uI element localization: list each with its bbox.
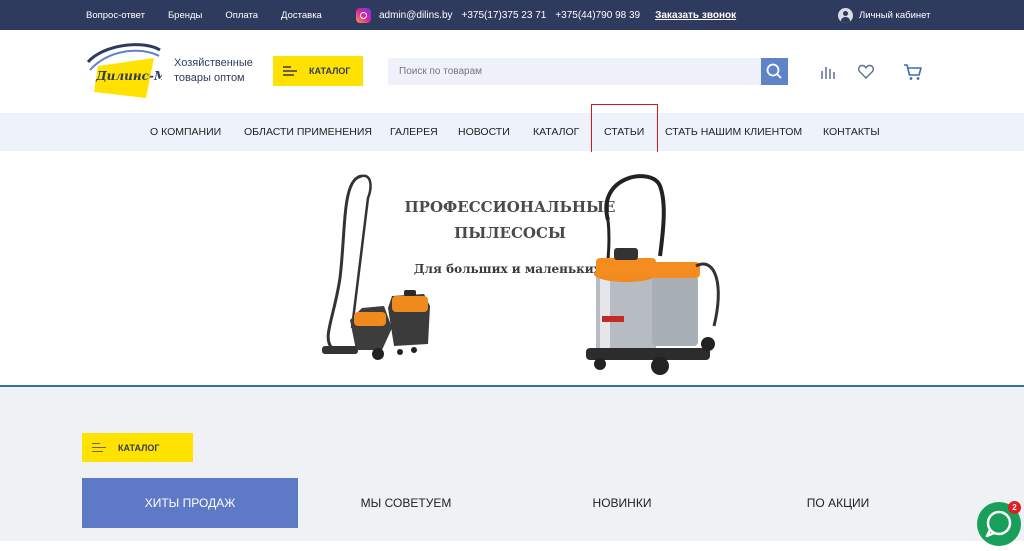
search-bar [388,58,788,85]
top-links: Вопрос-ответ Бренды Оплата Доставка [86,0,345,30]
nav-item-become-client[interactable]: СТАТЬ НАШИМ КЛИЕНТОМ [665,113,802,151]
site-logo[interactable]: Дилинс-М [84,40,162,102]
main-nav: О КОМПАНИИ ОБЛАСТИ ПРИМЕНЕНИЯ ГАЛЕРЕЯ НО… [0,113,1024,151]
search-input[interactable] [388,58,760,85]
email-link[interactable]: admin@dilins.by [379,10,453,21]
top-link-faq[interactable]: Вопрос-ответ [86,10,145,21]
tagline-line-2: товары оптом [174,72,245,84]
nav-item-contacts[interactable]: КОНТАКТЫ [823,113,880,151]
tab-sale[interactable]: ПО АКЦИИ [730,478,946,528]
phone-2[interactable]: +375(44)790 98 39 [555,10,640,21]
top-bar: Вопрос-ответ Бренды Оплата Доставка admi… [0,0,1024,30]
tagline: Хозяйственные товары оптом [174,56,253,86]
header-catalog-button[interactable]: КАТАЛОГ [273,56,363,86]
large-vacuum-image [586,174,720,375]
phone-1[interactable]: +375(17)375 23 71 [462,10,547,21]
nav-item-catalog[interactable]: КАТАЛОГ [533,113,579,151]
top-link-payment[interactable]: Оплата [225,10,258,21]
compare-icon[interactable] [819,63,837,81]
nav-item-applications[interactable]: ОБЛАСТИ ПРИМЕНЕНИЯ [244,113,372,151]
nav-item-articles[interactable]: СТАТЬИ [604,113,644,151]
header-catalog-label: КАТАЛОГ [309,66,351,76]
search-button[interactable] [761,58,788,85]
lower-catalog-button[interactable]: КАТАЛОГ [82,433,193,462]
account-link[interactable]: Личный кабинет [838,0,930,30]
product-tabs: ХИТЫ ПРОДАЖ МЫ СОВЕТУЕМ НОВИНКИ ПО АКЦИИ [82,478,942,528]
lower-catalog-label: КАТАЛОГ [118,442,160,453]
top-link-delivery[interactable]: Доставка [281,10,322,21]
promo-banner[interactable]: ПРОФЕССИОНАЛЬНЫЕ ПЫЛЕСОСЫ Для больших и … [304,152,736,385]
nav-item-gallery[interactable]: ГАЛЕРЕЯ [390,113,438,151]
menu-icon [92,440,106,455]
nav-item-news[interactable]: НОВОСТИ [458,113,510,151]
tab-new[interactable]: НОВИНКИ [514,478,730,528]
chat-badge: 2 [1008,501,1021,514]
top-contacts: admin@dilins.by +375(17)375 23 71 +375(4… [356,0,745,30]
small-vacuum-image [322,174,430,360]
favorites-heart-icon[interactable] [857,63,875,81]
nav-item-about[interactable]: О КОМПАНИИ [150,113,221,151]
user-icon [838,7,853,23]
menu-icon [283,64,297,79]
chat-widget-button[interactable]: 2 [977,501,1021,546]
tab-bestsellers[interactable]: ХИТЫ ПРОДАЖ [82,478,298,528]
cart-icon[interactable] [903,62,923,82]
tab-recommended[interactable]: МЫ СОВЕТУЕМ [298,478,514,528]
callback-link[interactable]: Заказать звонок [655,10,736,21]
instagram-icon[interactable] [356,7,371,23]
logo-text: Дилинс-М [95,69,162,83]
tagline-line-1: Хозяйственные [174,57,253,69]
account-label: Личный кабинет [859,9,931,21]
search-icon [766,63,782,79]
top-link-brands[interactable]: Бренды [168,10,202,21]
